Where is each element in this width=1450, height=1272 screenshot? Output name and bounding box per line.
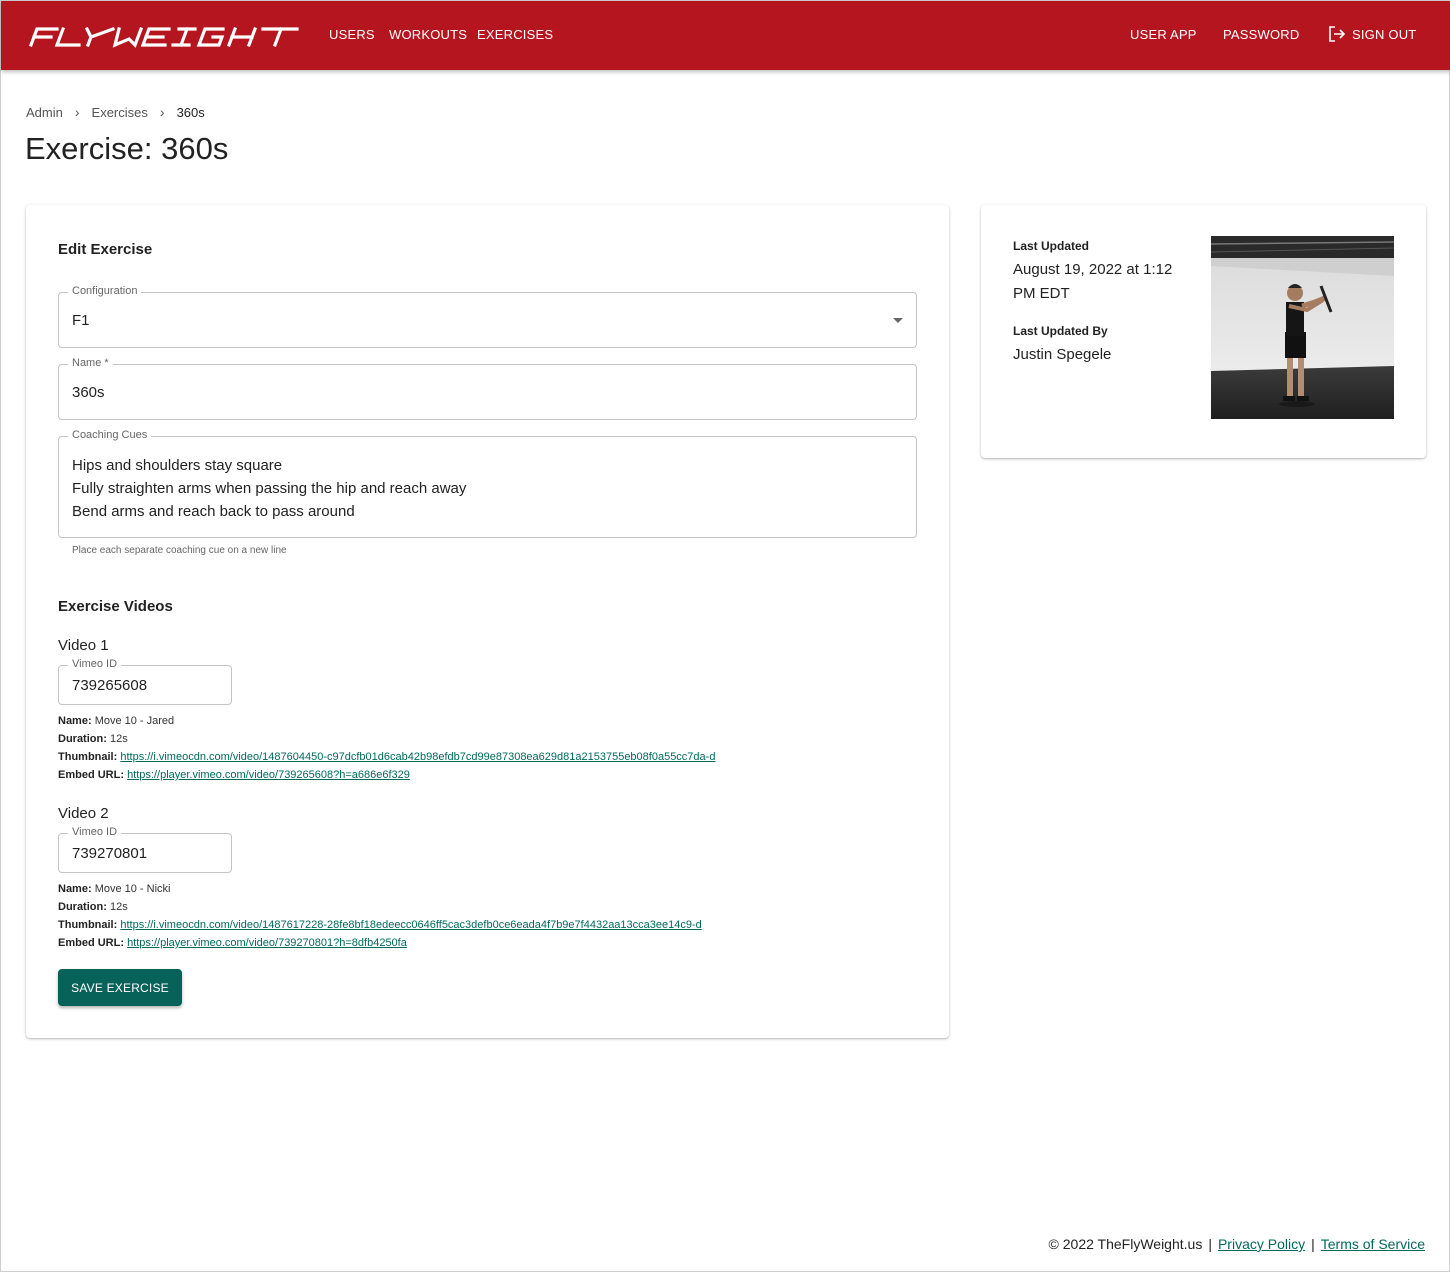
video-1-vimeo-id-field[interactable]: Vimeo ID 739265608 xyxy=(58,658,232,705)
exercise-photo-icon xyxy=(1211,236,1394,419)
breadcrumb-exercises[interactable]: Exercises xyxy=(92,105,148,120)
meta-label: Embed URL: xyxy=(58,769,124,781)
nav-users[interactable]: USERS xyxy=(329,27,375,42)
nav-user-app[interactable]: USER APP xyxy=(1130,27,1197,42)
configuration-select[interactable]: Configuration F1 xyxy=(58,285,917,348)
coaching-cues-helper: Place each separate coaching cue on a ne… xyxy=(72,545,287,556)
top-app-bar: USERS WORKOUTS EXERCISES USER APP PASSWO… xyxy=(1,1,1450,70)
configuration-value: F1 xyxy=(72,312,90,329)
thumbnail-link[interactable]: https://i.vimeocdn.com/video/1487617228-… xyxy=(120,919,701,931)
meta-value: 12s xyxy=(109,733,128,745)
video-2-embed: Embed URL: https://player.vimeo.com/vide… xyxy=(58,937,407,949)
vimeo-id-label: Vimeo ID xyxy=(68,658,122,670)
flyweight-logo[interactable] xyxy=(25,21,301,49)
name-label: Name * xyxy=(68,357,113,369)
video-1-embed: Embed URL: https://player.vimeo.com/vide… xyxy=(58,769,410,781)
coaching-cue-line: Fully straighten arms when passing the h… xyxy=(72,480,467,497)
chevron-right-icon: › xyxy=(159,104,165,120)
breadcrumb: Admin › Exercises › 360s xyxy=(26,104,205,120)
name-value: 360s xyxy=(72,384,105,401)
meta-label: Duration: xyxy=(58,733,107,745)
meta-label: Thumbnail: xyxy=(58,919,118,931)
breadcrumb-current: 360s xyxy=(176,104,205,120)
sign-out-icon xyxy=(1329,26,1346,42)
video-2-vimeo-id-field[interactable]: Vimeo ID 739270801 xyxy=(58,826,232,873)
meta-value: Move 10 - Jared xyxy=(94,715,175,727)
meta-label: Thumbnail: xyxy=(58,751,118,763)
save-exercise-button[interactable]: SAVE EXERCISE xyxy=(58,969,182,1006)
video-2-duration: Duration: 12s xyxy=(58,901,128,913)
vimeo-id-label: Vimeo ID xyxy=(68,826,122,838)
meta-label: Embed URL: xyxy=(58,937,124,949)
last-updated-by-label: Last Updated By xyxy=(1013,324,1108,338)
thumbnail-link[interactable]: https://i.vimeocdn.com/video/1487604450-… xyxy=(120,751,715,763)
coaching-cue-line: Bend arms and reach back to pass around xyxy=(72,503,355,520)
meta-value: Move 10 - Nicki xyxy=(94,883,171,895)
embed-link[interactable]: https://player.vimeo.com/video/739270801… xyxy=(127,937,407,949)
terms-of-service-link[interactable]: Terms of Service xyxy=(1321,1236,1425,1252)
flyweight-logo-icon xyxy=(28,26,299,48)
coaching-cue-line: Hips and shoulders stay square xyxy=(72,457,283,474)
last-updated-date: August 19, 2022 at 1:12 xyxy=(1013,261,1173,278)
last-updated-time: PM EDT xyxy=(1013,285,1070,302)
sign-out-button[interactable]: SIGN OUT xyxy=(1328,25,1416,43)
video-2-thumbnail: Thumbnail: https://i.vimeocdn.com/video/… xyxy=(58,919,702,931)
copyright-text: © 2022 TheFlyWeight.us xyxy=(1048,1236,1203,1252)
exercise-thumbnail-image xyxy=(1211,236,1394,419)
configuration-label: Configuration xyxy=(68,285,142,297)
edit-exercise-title: Edit Exercise xyxy=(58,241,153,258)
coaching-cues-label: Coaching Cues xyxy=(68,429,152,441)
video-2-heading: Video 2 xyxy=(58,805,109,822)
chevron-right-icon: › xyxy=(74,104,80,120)
name-field[interactable]: Name * 360s xyxy=(58,357,917,420)
last-updated-value: August 19, 2022 at 1:12 PM EDT xyxy=(1013,258,1172,306)
footer: © 2022 TheFlyWeight.us | Privacy Policy … xyxy=(1049,1236,1425,1252)
meta-label: Duration: xyxy=(58,901,107,913)
coaching-cues-textarea[interactable]: Coaching Cues Hips and shoulders stay sq… xyxy=(58,429,917,538)
exercise-info-card: Last Updated August 19, 2022 at 1:12 PM … xyxy=(981,205,1426,458)
nav-exercises[interactable]: EXERCISES xyxy=(477,27,553,42)
meta-label: Name: xyxy=(58,715,92,727)
dropdown-arrow-icon xyxy=(893,318,903,323)
video-1-thumbnail: Thumbnail: https://i.vimeocdn.com/video/… xyxy=(58,751,715,763)
breadcrumb-admin[interactable]: Admin xyxy=(26,105,63,120)
coaching-cues-value: Hips and shoulders stay square Fully str… xyxy=(72,454,466,523)
meta-label: Name: xyxy=(58,883,92,895)
nav-password[interactable]: PASSWORD xyxy=(1223,27,1299,42)
sign-out-label: SIGN OUT xyxy=(1352,26,1417,42)
video-2-name: Name: Move 10 - Nicki xyxy=(58,883,170,895)
embed-link[interactable]: https://player.vimeo.com/video/739265608… xyxy=(127,769,410,781)
edit-exercise-card: Edit Exercise Configuration F1 Name * 36… xyxy=(26,205,949,1038)
video-1-heading: Video 1 xyxy=(58,637,109,654)
footer-separator: | xyxy=(1311,1236,1315,1252)
last-updated-label: Last Updated xyxy=(1013,239,1090,253)
video-1-name: Name: Move 10 - Jared xyxy=(58,715,174,727)
footer-separator: | xyxy=(1208,1236,1212,1252)
meta-value: 12s xyxy=(109,901,128,913)
vimeo-id-value: 739265608 xyxy=(72,677,148,694)
last-updated-by-value: Justin Spegele xyxy=(1013,346,1112,363)
nav-workouts[interactable]: WORKOUTS xyxy=(389,27,467,42)
vimeo-id-value: 739270801 xyxy=(72,845,148,862)
video-1-duration: Duration: 12s xyxy=(58,733,128,745)
page-title: Exercise: 360s xyxy=(25,131,229,166)
privacy-policy-link[interactable]: Privacy Policy xyxy=(1218,1236,1305,1252)
exercise-videos-title: Exercise Videos xyxy=(58,598,173,615)
